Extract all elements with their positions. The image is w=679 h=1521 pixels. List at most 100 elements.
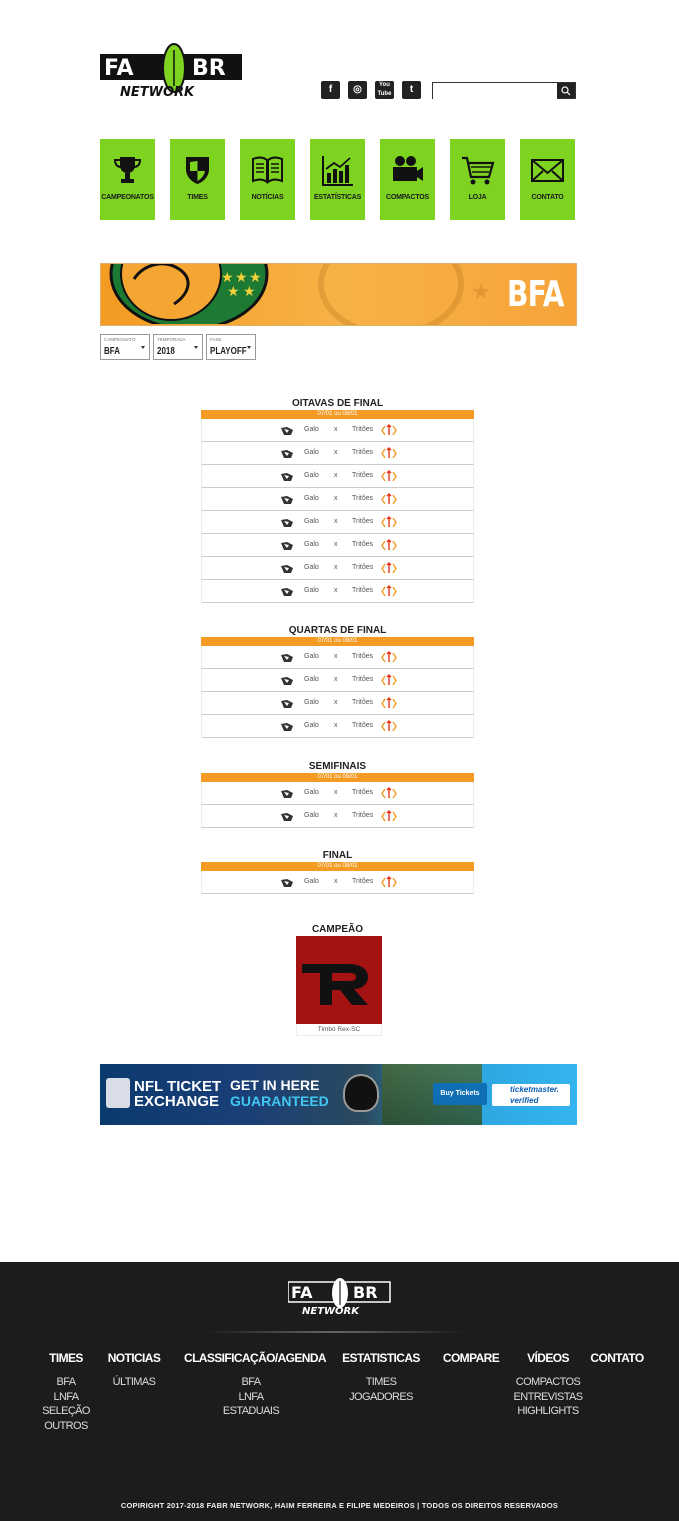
footer-link[interactable]: HIGHLIGHTS	[512, 1404, 584, 1419]
select-campeonato[interactable]: CAMPEONATO BFA	[100, 334, 150, 360]
versus: x	[334, 541, 338, 548]
select-caption: TEMPORADA	[157, 337, 186, 342]
tritoes-team-icon	[381, 674, 397, 686]
nav-label: CONTATO	[531, 194, 564, 201]
search-input[interactable]	[433, 86, 557, 101]
footer-link[interactable]: COMPACTOS	[512, 1375, 584, 1390]
home-team: Galo	[304, 564, 319, 571]
nav-loja[interactable]: LOJA	[450, 139, 505, 220]
select-fase[interactable]: FASE PLAYOFF	[206, 334, 256, 360]
footer-heading[interactable]: COMPARE	[442, 1351, 500, 1365]
match-row[interactable]: Galo x Tritões	[201, 692, 474, 715]
footer-column: CONTATO	[588, 1351, 646, 1375]
round-title: QUARTAS DE FINAL	[288, 625, 387, 636]
raiders-shield-icon	[343, 1074, 379, 1112]
match-row[interactable]: Galo x Tritões	[201, 580, 474, 603]
galo-team-icon	[281, 790, 293, 798]
select-temporada[interactable]: TEMPORADA 2018	[153, 334, 203, 360]
tritoes-team-icon	[381, 787, 397, 799]
away-team: Tritões	[352, 878, 374, 885]
match-row[interactable]: Galo x Tritões	[201, 511, 474, 534]
footer-link[interactable]: SELEÇÃO	[36, 1404, 96, 1419]
search-icon	[561, 86, 571, 96]
versus: x	[334, 449, 338, 456]
search-button[interactable]	[557, 83, 575, 98]
galo-team-icon	[281, 813, 293, 821]
footer-link[interactable]: BFA	[36, 1375, 96, 1390]
nav-label: LOJA	[468, 194, 487, 201]
home-team: Galo	[304, 541, 319, 548]
footer-link[interactable]: OUTROS	[36, 1419, 96, 1434]
search-box	[432, 82, 576, 101]
svg-text:BR: BR	[353, 1283, 378, 1302]
footer-link[interactable]: ENTREVISTAS	[512, 1390, 584, 1405]
footer-link[interactable]: TIMES	[340, 1375, 422, 1390]
versus: x	[334, 789, 338, 796]
match-row[interactable]: Galo x Tritões	[201, 442, 474, 465]
league-banner: ★ ★ ★ ★ ★ ★ BFA	[100, 263, 577, 326]
match-row[interactable]: Galo x Tritões	[201, 669, 474, 692]
footer-heading[interactable]: TIMES	[36, 1351, 96, 1365]
footer-link[interactable]: BFA	[184, 1375, 318, 1390]
match-row[interactable]: Galo x Tritões	[201, 715, 474, 738]
footer-logo[interactable]: FA BR NETWORK	[288, 1277, 392, 1317]
match-row[interactable]: Galo x Tritões	[201, 782, 474, 805]
social-links: f ◎ You Tube t	[321, 81, 421, 99]
fabr-network-logo[interactable]: FA BR NETWORK	[100, 40, 244, 102]
nfl-ticket-ad[interactable]: NFL TICKET EXCHANGE GET IN HERE GUARANTEED…	[100, 1064, 577, 1125]
match-row[interactable]: Galo x Tritões	[201, 465, 474, 488]
match-row[interactable]: Galo x Tritões	[201, 871, 474, 894]
footer-link[interactable]: ÚLTIMAS	[106, 1375, 162, 1390]
footer-link[interactable]: LNFA	[36, 1390, 96, 1405]
round: FINAL 07/01 ou 08/01 Galo x Tritões	[201, 850, 474, 894]
youtube-icon[interactable]: You Tube	[375, 81, 394, 99]
chevron-down-icon	[247, 346, 251, 349]
facebook-icon[interactable]: f	[321, 81, 340, 99]
round-date: 07/01 ou 08/01	[201, 637, 474, 646]
nav-noticias[interactable]: NOTÍCIAS	[240, 139, 295, 220]
home-team: Galo	[304, 789, 319, 796]
nav-compactos[interactable]: COMPACTOS	[380, 139, 435, 220]
svg-text:NETWORK: NETWORK	[302, 1306, 360, 1317]
tritoes-team-icon	[381, 470, 397, 482]
footer-link[interactable]: JOGADORES	[340, 1390, 422, 1405]
select-caption: FASE	[210, 337, 222, 342]
footer-heading[interactable]: ESTATISTICAS	[340, 1351, 422, 1365]
galo-team-icon	[281, 879, 293, 887]
match-row[interactable]: Galo x Tritões	[201, 419, 474, 442]
round-date: 07/01 ou 08/01	[201, 862, 474, 871]
nav-contato[interactable]: CONTATO	[520, 139, 575, 220]
versus: x	[334, 812, 338, 819]
tritoes-team-icon	[381, 876, 397, 888]
tritoes-team-icon	[381, 720, 397, 732]
footer-heading[interactable]: CLASSIFICAÇÃO/AGENDA	[184, 1351, 327, 1365]
twitter-icon[interactable]: t	[402, 81, 421, 99]
footer-heading[interactable]: CONTATO	[588, 1351, 646, 1365]
footer-link[interactable]: ESTADUAIS	[184, 1404, 318, 1419]
champion-card[interactable]: Timbó Rex-SC	[296, 936, 382, 1036]
footer-heading[interactable]: NOTICIAS	[106, 1351, 162, 1365]
shield-icon	[186, 157, 209, 184]
match-row[interactable]: Galo x Tritões	[201, 488, 474, 511]
galo-team-icon	[281, 588, 293, 596]
instagram-icon[interactable]: ◎	[348, 81, 367, 99]
footer-heading[interactable]: VÍDEOS	[512, 1351, 584, 1365]
footer-column: ESTATISTICAS TIMES JOGADORES	[340, 1351, 422, 1404]
match-row[interactable]: Galo x Tritões	[201, 557, 474, 580]
match-row[interactable]: Galo x Tritões	[201, 805, 474, 828]
nav-times[interactable]: TIMES	[170, 139, 225, 220]
away-team: Tritões	[352, 541, 374, 548]
tritoes-team-icon	[381, 493, 397, 505]
match-row[interactable]: Galo x Tritões	[201, 646, 474, 669]
home-team: Galo	[304, 426, 319, 433]
buy-tickets-button[interactable]: Buy Tickets	[433, 1083, 487, 1105]
nav-campeonatos[interactable]: CAMPEONATOS	[100, 139, 155, 220]
galo-team-icon	[281, 700, 293, 708]
footer-link[interactable]: LNFA	[184, 1390, 318, 1405]
match-row[interactable]: Galo x Tritões	[201, 534, 474, 557]
svg-text:★: ★	[227, 283, 240, 299]
home-team: Galo	[304, 722, 319, 729]
svg-text:BR: BR	[192, 56, 226, 81]
away-team: Tritões	[352, 426, 374, 433]
nav-estatisticas[interactable]: ESTATÍSTICAS	[310, 139, 365, 220]
